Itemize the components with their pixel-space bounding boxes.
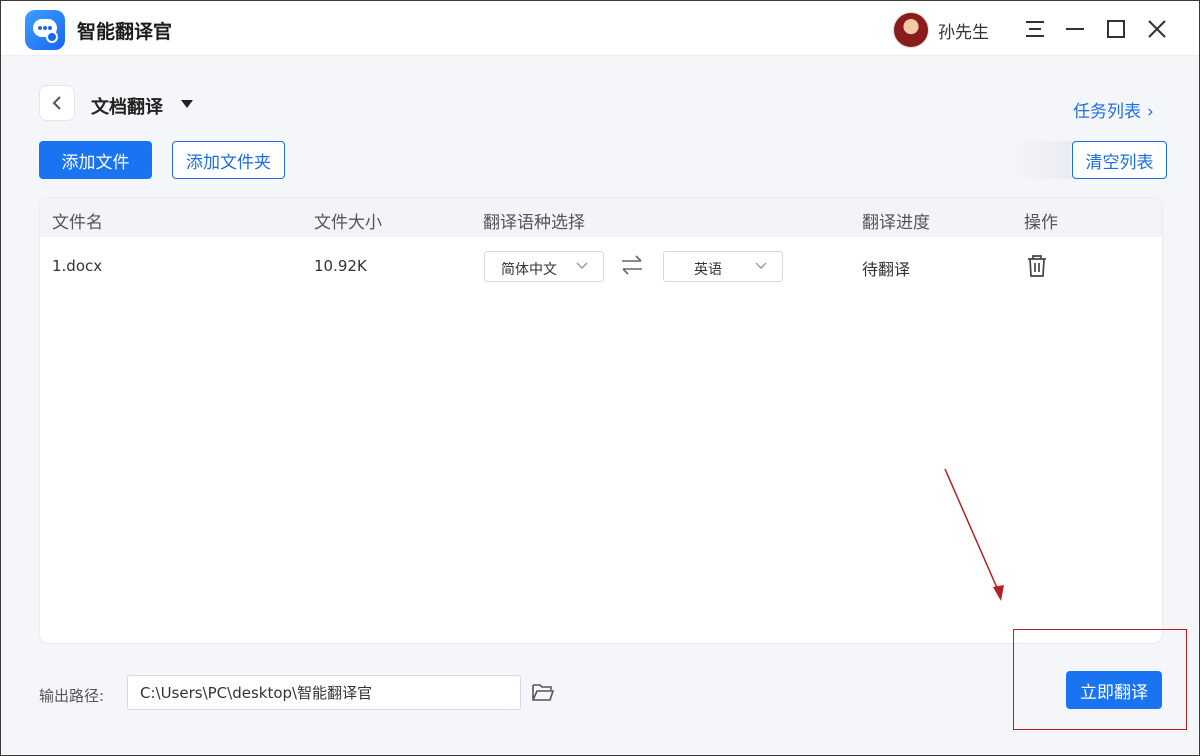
app-logo-icon <box>25 10 65 50</box>
annotation-highlight-box <box>1013 629 1187 730</box>
target-language-value: 英语 <box>694 262 722 278</box>
table-header: 文件名 文件大小 翻译语种选择 翻译进度 操作 <box>40 198 1162 237</box>
close-icon[interactable] <box>1143 15 1171 43</box>
task-list-label: 任务列表 <box>1073 102 1141 122</box>
title-bar: 智能翻译官 孙先生 <box>1 1 1199 56</box>
file-name-cell: 1.docx <box>52 257 103 275</box>
back-button[interactable] <box>39 85 75 121</box>
column-header-language: 翻译语种选择 <box>483 213 585 233</box>
source-language-select[interactable]: 简体中文 <box>484 251 604 282</box>
annotation-arrow <box>944 468 1004 601</box>
chevron-right-icon: › <box>1147 102 1154 122</box>
caret-down-icon[interactable] <box>181 100 193 108</box>
user-name[interactable]: 孙先生 <box>938 18 989 43</box>
swap-languages-icon[interactable] <box>620 254 644 276</box>
app-title: 智能翻译官 <box>77 21 173 43</box>
add-folder-button[interactable]: 添加文件夹 <box>172 141 285 179</box>
column-header-action: 操作 <box>1024 213 1058 233</box>
menu-icon[interactable] <box>1021 15 1049 43</box>
clear-list-button[interactable]: 清空列表 <box>1072 141 1167 179</box>
file-size-cell: 10.92K <box>314 257 367 275</box>
progress-cell: 待翻译 <box>862 260 911 279</box>
maximize-icon[interactable] <box>1102 15 1130 43</box>
page-title[interactable]: 文档翻译 <box>91 93 163 119</box>
chevron-left-icon <box>52 96 61 110</box>
add-file-button[interactable]: 添加文件 <box>39 141 152 179</box>
trash-icon[interactable] <box>1026 254 1048 278</box>
user-avatar[interactable] <box>893 12 929 48</box>
toolbar-fade <box>1011 141 1071 179</box>
target-language-select[interactable]: 英语 <box>663 251 783 282</box>
chevron-down-icon <box>755 262 767 269</box>
column-header-progress: 翻译进度 <box>862 213 930 233</box>
chevron-down-icon <box>576 262 588 269</box>
minimize-icon[interactable] <box>1061 15 1089 43</box>
app-window: 智能翻译官 孙先生 文档翻译 任务列表 › 添加文件 添加文件夹 清空列表 文件名 <box>0 0 1200 756</box>
output-path-input[interactable] <box>127 675 521 710</box>
source-language-value: 简体中文 <box>501 262 557 278</box>
output-path-label: 输出路径: <box>39 687 105 705</box>
column-header-file-name: 文件名 <box>52 213 103 233</box>
column-header-file-size: 文件大小 <box>314 213 382 233</box>
task-list-link[interactable]: 任务列表 › <box>1073 97 1154 122</box>
folder-open-icon[interactable] <box>531 681 555 703</box>
